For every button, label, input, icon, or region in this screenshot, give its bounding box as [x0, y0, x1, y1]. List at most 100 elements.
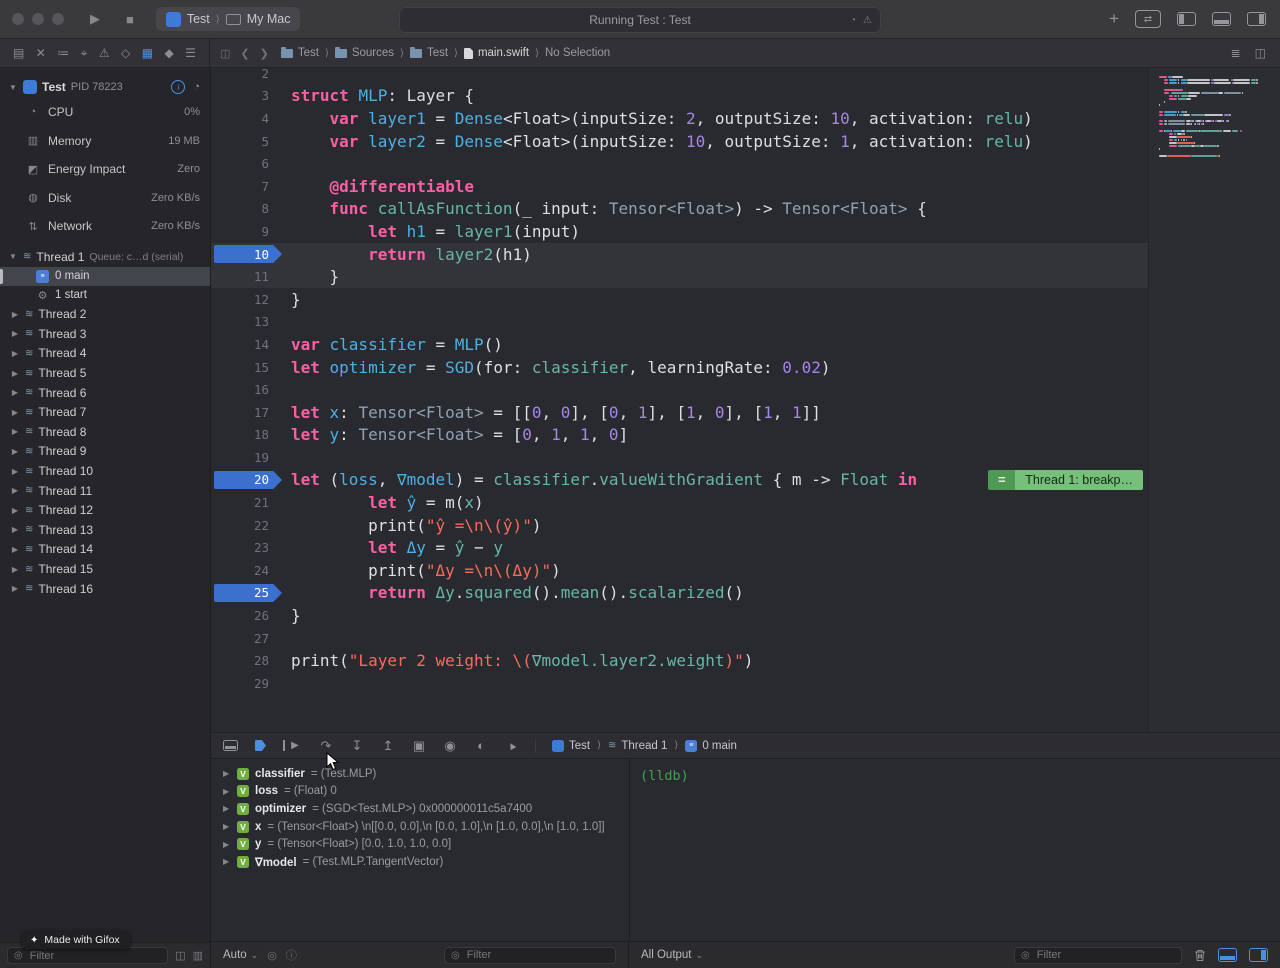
navigator-toggle-button[interactable] — [1177, 12, 1196, 26]
thread-row[interactable]: ▶≋Thread 3 — [0, 324, 210, 344]
gutter[interactable]: 19 — [211, 446, 287, 469]
gutter[interactable]: 15 — [211, 356, 287, 379]
process-row[interactable]: ▼ Test PID 78223 i ◔ — [0, 76, 210, 98]
breakpoint-navigator-icon[interactable]: ◆ — [164, 46, 173, 60]
variable-row[interactable]: ▶Voptimizer= (SGD<Test.MLP>) 0x000000011… — [211, 800, 629, 818]
breadcrumb-item[interactable]: main.swift — [464, 47, 529, 59]
debug-breadcrumb-item[interactable]: ≋Thread 1 — [608, 740, 667, 752]
thread-row[interactable]: ▶≋Thread 2 — [0, 305, 210, 325]
breadcrumb-item[interactable]: Test — [281, 47, 319, 59]
breadcrumb-item[interactable]: Test — [410, 47, 448, 59]
gutter[interactable]: 9 — [211, 220, 287, 243]
report-navigator-icon[interactable]: ☰ — [185, 46, 196, 60]
gutter[interactable]: 4 — [211, 107, 287, 130]
disclosure-triangle[interactable]: ▶ — [10, 369, 20, 378]
code-text[interactable]: let x: Tensor<Float> = [[0, 0], [0, 1], … — [287, 403, 821, 422]
editor-options-icon[interactable]: ≣ — [1231, 46, 1241, 60]
gutter[interactable]: 25 — [211, 582, 287, 605]
disclosure-triangle[interactable]: ▶ — [10, 408, 20, 417]
thread-row[interactable]: ▶≋Thread 9 — [0, 442, 210, 462]
thread-row[interactable]: ▶≋Thread 5 — [0, 363, 210, 383]
find-navigator-icon[interactable]: ⌖ — [81, 46, 88, 61]
code-text[interactable]: return layer2(h1) — [287, 245, 532, 264]
disclosure-triangle[interactable]: ▶ — [10, 486, 20, 495]
variable-row[interactable]: ▶V∇model= (Test.MLP.TangentVector) — [211, 853, 629, 871]
code-text[interactable]: let optimizer = SGD(for: classifier, lea… — [287, 358, 830, 377]
info-icon[interactable]: i — [171, 80, 185, 94]
disclosure-triangle[interactable]: ▶ — [10, 349, 20, 358]
gutter[interactable]: 13 — [211, 311, 287, 334]
issue-navigator-icon[interactable]: ⚠ — [99, 46, 110, 60]
gutter[interactable]: 16 — [211, 378, 287, 401]
breakpoint-marker[interactable] — [214, 245, 282, 264]
variable-row[interactable]: ▶Vloss= (Float) 0 — [211, 783, 629, 801]
breakpoint-hit-badge[interactable]: =Thread 1: breakp… — [988, 470, 1143, 490]
gutter[interactable]: 11 — [211, 265, 287, 288]
code-text[interactable]: var classifier = MLP() — [287, 335, 503, 354]
continue-button[interactable]: ▶ — [283, 740, 302, 751]
show-console-view-icon[interactable] — [1249, 948, 1268, 962]
source-control-navigator-icon[interactable]: ✕ — [36, 46, 46, 60]
disclosure-triangle[interactable]: ▶ — [223, 769, 231, 778]
stop-button[interactable]: ■ — [126, 12, 134, 27]
variable-row[interactable]: ▶Vy= (Tensor<Float>) [0.0, 1.0, 1.0, 0.0… — [211, 835, 629, 853]
gauge-row-cpu[interactable]: ◔CPU0% — [0, 98, 210, 127]
variable-row[interactable]: ▶Vx= (Tensor<Float>) \n[[0.0, 0.0],\n [0… — [211, 818, 629, 836]
breakpoint-marker[interactable] — [214, 584, 282, 603]
disclosure-triangle[interactable]: ▶ — [223, 822, 231, 831]
gutter[interactable]: 7 — [211, 175, 287, 198]
disclosure-triangle[interactable]: ▶ — [223, 804, 231, 813]
view-mode-icon[interactable]: ▥ — [193, 949, 203, 962]
show-variables-view-icon[interactable] — [1218, 948, 1237, 962]
breakpoint-marker[interactable] — [214, 471, 282, 490]
gutter[interactable]: 17 — [211, 401, 287, 424]
thread-row[interactable]: ▶≋Thread 10 — [0, 461, 210, 481]
variables-filter-field[interactable]: ◎ — [444, 947, 616, 964]
gutter[interactable]: 21 — [211, 491, 287, 514]
gutter[interactable]: 5 — [211, 130, 287, 153]
forward-icon[interactable]: ❯ — [260, 47, 269, 60]
code-text[interactable]: @differentiable — [287, 177, 474, 196]
gauge-row-memory[interactable]: ▥Memory19 MB — [0, 127, 210, 156]
code-text[interactable]: let (loss, ∇model) = classifier.valueWit… — [287, 470, 917, 489]
disclosure-triangle[interactable]: ▶ — [10, 545, 20, 554]
gutter[interactable]: 18 — [211, 424, 287, 447]
thread-row[interactable]: ▶≋Thread 13 — [0, 520, 210, 540]
minimize-window-icon[interactable] — [32, 13, 44, 25]
quick-look-icon[interactable]: ◎ — [267, 949, 277, 962]
gutter[interactable]: 24 — [211, 559, 287, 582]
disclosure-triangle[interactable]: ▶ — [10, 329, 20, 338]
code-text[interactable]: let y: Tensor<Float> = [0, 1, 1, 0] — [287, 425, 628, 444]
disclosure-triangle[interactable]: ▶ — [10, 388, 20, 397]
code-text[interactable]: } — [287, 290, 301, 309]
breakpoints-toggle-icon[interactable] — [255, 740, 266, 751]
disclosure-triangle[interactable]: ▶ — [10, 310, 20, 319]
disclosure-triangle[interactable]: ▼ — [8, 252, 18, 261]
disclosure-triangle[interactable]: ▶ — [10, 565, 20, 574]
gutter[interactable]: 14 — [211, 333, 287, 356]
gutter[interactable]: 29 — [211, 672, 287, 695]
output-selector[interactable]: All Output ⌄ — [641, 949, 703, 961]
code-text[interactable]: print("ŷ =\n\(ŷ)") — [287, 516, 541, 535]
minimap[interactable] — [1148, 68, 1280, 732]
code-text[interactable]: print("Δy =\n\(Δy)") — [287, 561, 561, 580]
code-review-button[interactable]: ⇄ — [1135, 10, 1161, 28]
gauge-row-network[interactable]: ⇅NetworkZero KB/s — [0, 212, 210, 241]
print-description-icon[interactable]: ⓘ — [286, 947, 297, 963]
disclosure-triangle[interactable]: ▶ — [10, 506, 20, 515]
library-button[interactable]: + — [1109, 9, 1119, 29]
filter-threads-icon[interactable]: ◫ — [175, 949, 185, 962]
add-editor-icon[interactable]: ◫ — [1255, 46, 1266, 60]
disclosure-triangle[interactable]: ▶ — [10, 427, 20, 436]
view-debugger-icon[interactable]: ▣ — [412, 738, 426, 754]
gutter[interactable]: 28 — [211, 649, 287, 672]
gutter[interactable]: 6 — [211, 152, 287, 175]
gutter[interactable]: 8 — [211, 198, 287, 221]
disclosure-triangle[interactable]: ▶ — [223, 857, 231, 866]
debug-area-toggle-button[interactable] — [1212, 12, 1231, 26]
stack-frame-row[interactable]: ⚙1 start — [0, 286, 210, 305]
stack-frame-row[interactable]: ≡0 main — [0, 267, 210, 286]
console-filter-input[interactable] — [1035, 948, 1175, 962]
clear-console-icon[interactable] — [1194, 949, 1206, 962]
gutter[interactable]: 22 — [211, 514, 287, 537]
